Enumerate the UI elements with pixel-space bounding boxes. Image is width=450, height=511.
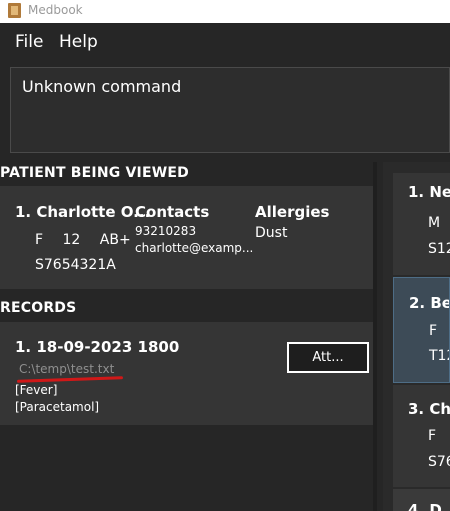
list-patient-gender: M	[428, 215, 441, 231]
title-bar: Medbook	[0, 0, 450, 23]
record-card: 1. 18-09-2023 1800 C:\temp\test.txt [Fev…	[0, 322, 373, 425]
patient-age: 12	[62, 232, 81, 248]
list-patient-gender: F	[429, 323, 438, 339]
patient-blood-type: AB+	[99, 232, 131, 248]
list-patient-name: 1. New	[408, 183, 450, 201]
list-patient-name: 2. Ber	[409, 294, 449, 312]
patient-view-heading: PATIENT BEING VIEWED	[0, 165, 189, 181]
patient-nric: S7654321A	[35, 257, 116, 273]
record-condition: [Fever]	[15, 383, 58, 397]
patient-email: charlotte@examp...	[135, 241, 254, 255]
contacts-heading: Contacts	[135, 203, 210, 221]
list-patient-nric: T12	[429, 348, 449, 364]
result-message: Unknown command	[22, 77, 182, 96]
patient-list-item-selected[interactable]: 2. Ber F T12	[393, 277, 450, 383]
list-patient-gender: F	[428, 428, 437, 444]
patient-tags: F 12 AB+	[35, 232, 146, 248]
record-medication: [Paracetamol]	[15, 400, 100, 414]
menu-file[interactable]: File	[15, 32, 43, 52]
list-patient-name: 4. D	[408, 501, 442, 511]
patient-detail-card: 1. Charlotte O... F 12 AB+ S7654321A Con…	[0, 186, 373, 289]
command-result-display: Unknown command	[10, 67, 450, 153]
menu-bar: File Help	[0, 23, 450, 61]
patient-name: 1. Charlotte O...	[15, 203, 151, 221]
allergies-heading: Allergies	[255, 203, 330, 221]
list-patient-nric: S76	[428, 454, 450, 470]
record-file-path[interactable]: C:\temp\test.txt	[19, 362, 114, 376]
patient-allergy: Dust	[255, 225, 288, 241]
patient-list-item[interactable]: 4. D	[393, 489, 450, 511]
patient-phone: 93210283	[135, 224, 197, 238]
record-title: 1. 18-09-2023 1800	[15, 338, 180, 356]
menu-help[interactable]: Help	[59, 32, 98, 52]
list-patient-name: 3. Cha	[408, 400, 450, 418]
records-heading: RECORDS	[0, 300, 77, 316]
red-underline-annotation	[16, 376, 124, 383]
list-patient-nric: S12	[428, 241, 450, 257]
patient-list-item[interactable]: 1. New M S12	[393, 173, 450, 275]
attach-button[interactable]: Att...	[287, 342, 369, 373]
medbook-app-icon	[8, 3, 21, 18]
patient-list-item[interactable]: 3. Cha F S76	[393, 385, 450, 487]
patient-gender: F	[35, 232, 44, 248]
window-title: Medbook	[28, 3, 83, 17]
